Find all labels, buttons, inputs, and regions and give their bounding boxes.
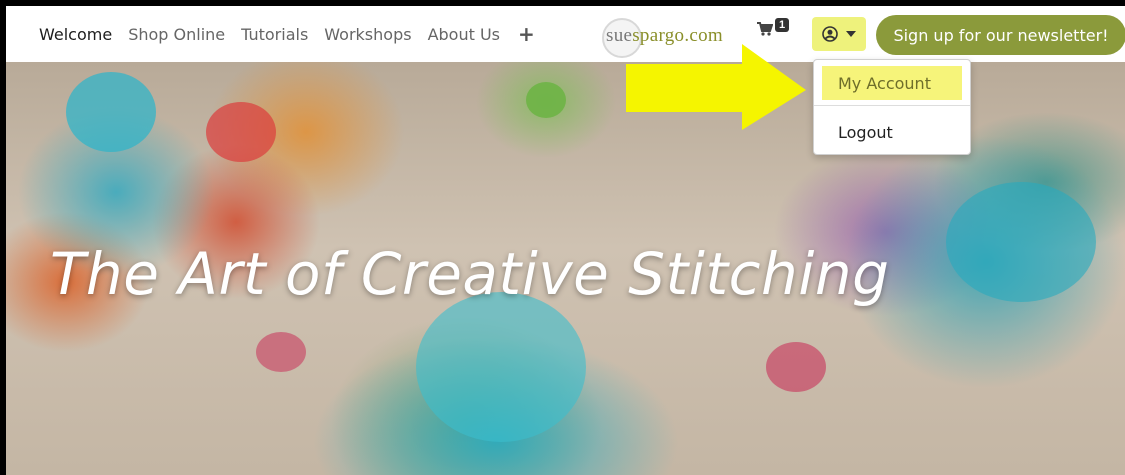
menu-item-logout[interactable]: Logout — [822, 115, 962, 149]
decorative-knot — [766, 342, 826, 392]
menu-item-my-account[interactable]: My Account — [822, 66, 962, 100]
decorative-knot — [256, 332, 306, 372]
nav-link-shop-online[interactable]: Shop Online — [128, 25, 225, 44]
decorative-knot — [416, 292, 586, 442]
cart-icon — [757, 22, 773, 36]
decorative-knot — [206, 102, 276, 162]
browser-frame: Welcome Shop Online Tutorials Workshops … — [6, 6, 1125, 475]
decorative-knot — [946, 182, 1096, 302]
plus-icon[interactable]: + — [518, 22, 535, 46]
nav-link-about-us[interactable]: About Us — [428, 25, 500, 44]
annotation-arrow-icon — [626, 44, 806, 130]
chevron-down-icon — [846, 31, 856, 37]
nav-link-workshops[interactable]: Workshops — [324, 25, 411, 44]
decorative-knot — [66, 72, 156, 152]
top-navigation: Welcome Shop Online Tutorials Workshops … — [6, 6, 1125, 62]
account-dropdown-menu: My Account Logout — [813, 59, 971, 155]
nav-links: Welcome Shop Online Tutorials Workshops … — [39, 22, 551, 46]
menu-divider — [814, 105, 970, 106]
user-circle-icon — [822, 26, 838, 42]
nav-link-welcome[interactable]: Welcome — [39, 25, 112, 44]
cart-button[interactable]: 1 — [757, 18, 790, 36]
nav-link-tutorials[interactable]: Tutorials — [241, 25, 308, 44]
newsletter-signup-button[interactable]: Sign up for our newsletter! — [876, 15, 1125, 55]
decorative-knot — [526, 82, 566, 118]
account-menu-button[interactable] — [812, 17, 866, 51]
cart-count-badge: 1 — [775, 18, 790, 32]
hero-title: The Art of Creative Stitching — [50, 240, 890, 308]
